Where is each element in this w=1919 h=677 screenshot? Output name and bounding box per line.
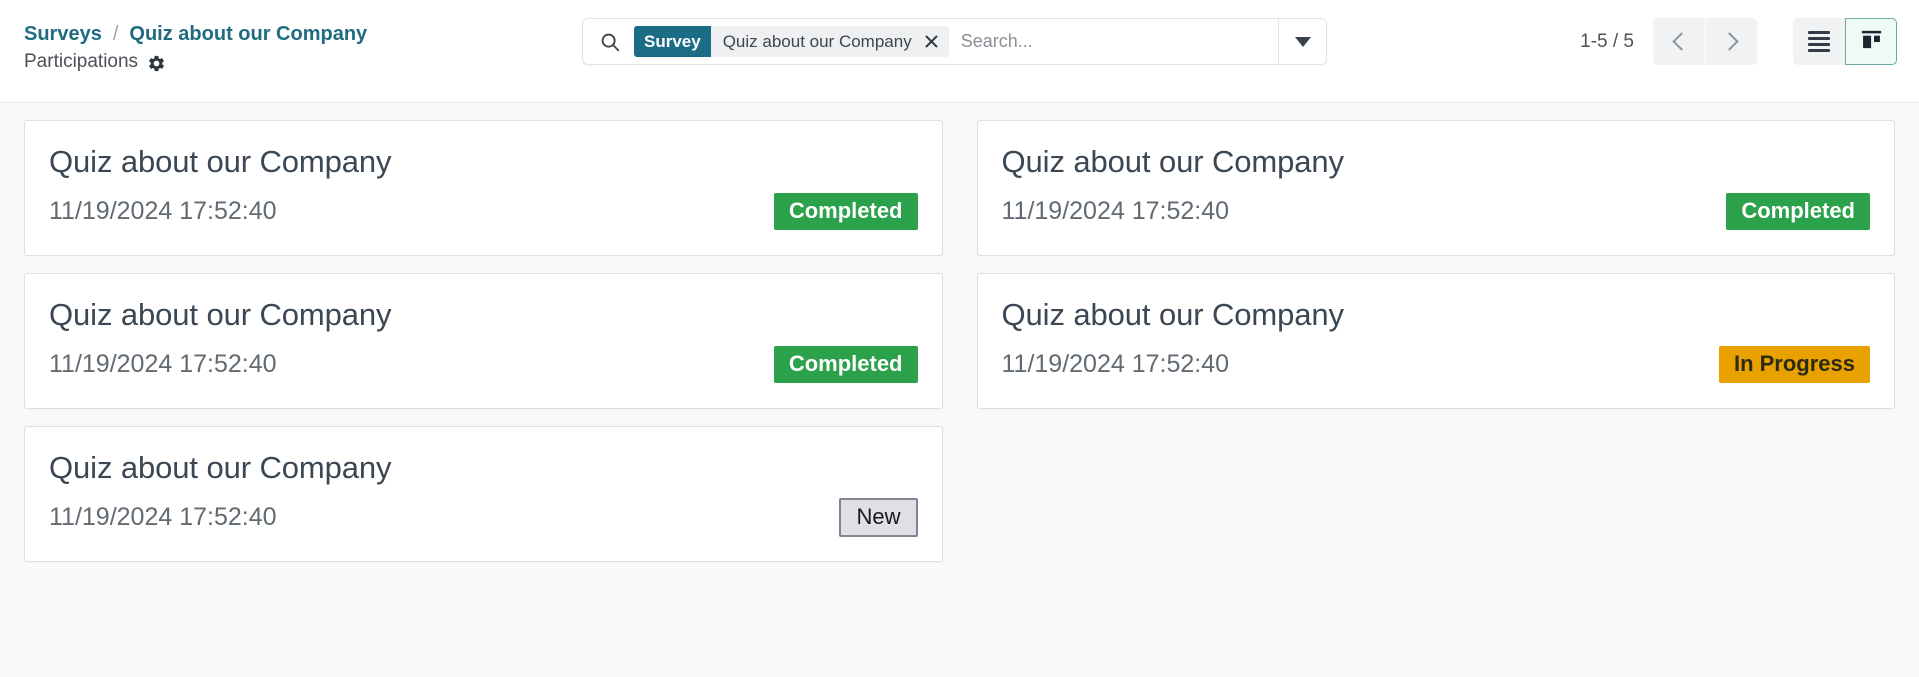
chevron-left-icon: [1671, 32, 1691, 51]
status-badge[interactable]: Completed: [1726, 192, 1870, 230]
breadcrumb-item-surveys[interactable]: Surveys: [24, 21, 102, 48]
kanban-card[interactable]: Quiz about our Company 11/19/2024 17:52:…: [976, 120, 1895, 256]
pager-buttons: [1653, 18, 1757, 65]
kanban-view-icon: [1860, 28, 1883, 56]
kanban-card-title: Quiz about our Company: [1001, 296, 1345, 332]
kanban-card-date: 11/19/2024 17:52:40: [49, 349, 277, 378]
kanban-column-right: Quiz about our Company 11/19/2024 17:52:…: [976, 120, 1895, 562]
search-dropdown-toggle[interactable]: [1278, 19, 1326, 64]
control-panel: Surveys / Quiz about our Company Partici…: [0, 0, 1919, 103]
kanban-grid: Quiz about our Company 11/19/2024 17:52:…: [24, 120, 1895, 562]
kanban-card-title: Quiz about our Company: [49, 296, 392, 332]
view-switcher: [1793, 18, 1897, 65]
search-icon[interactable]: [599, 31, 621, 53]
kanban-view: Quiz about our Company 11/19/2024 17:52:…: [0, 103, 1919, 677]
kanban-card-date: 11/19/2024 17:52:40: [49, 196, 277, 225]
status-badge[interactable]: In Progress: [1718, 345, 1870, 383]
breadcrumb-item-current[interactable]: Quiz about our Company: [129, 21, 367, 48]
breadcrumb-separator: /: [112, 23, 119, 45]
kanban-card-footer: 11/19/2024 17:52:40 Completed: [49, 190, 918, 232]
breadcrumb-trail: Surveys / Quiz about our Company: [24, 21, 560, 48]
kanban-card[interactable]: Quiz about our Company 11/19/2024 17:52:…: [24, 273, 943, 409]
search-input-area[interactable]: Survey Quiz about our Company: [583, 19, 1278, 64]
status-badge[interactable]: Completed: [773, 192, 918, 230]
kanban-card-date: 11/19/2024 17:52:40: [49, 502, 277, 531]
gear-icon[interactable]: [147, 54, 166, 73]
kanban-card-footer: 11/19/2024 17:52:40 Completed: [49, 343, 918, 385]
kanban-card-footer: 11/19/2024 17:52:40 In Progress: [1001, 343, 1870, 385]
kanban-card-footer: 11/19/2024 17:52:40 New: [49, 496, 918, 538]
kanban-card-title: Quiz about our Company: [49, 143, 392, 179]
control-panel-right: 1-5 / 5: [1580, 0, 1919, 65]
chevron-down-icon: [1294, 36, 1311, 47]
kanban-card-date: 11/19/2024 17:52:40: [1001, 196, 1230, 225]
kanban-card[interactable]: Quiz about our Company 11/19/2024 17:52:…: [24, 120, 943, 256]
kanban-card[interactable]: Quiz about our Company 11/19/2024 17:52:…: [976, 273, 1895, 409]
search-input[interactable]: [948, 31, 1278, 52]
kanban-card-title: Quiz about our Company: [1001, 143, 1345, 179]
search-zone: Survey Quiz about our Company: [582, 0, 1327, 65]
breadcrumb: Surveys / Quiz about our Company Partici…: [0, 0, 560, 75]
view-switcher-kanban[interactable]: [1845, 18, 1897, 65]
list-view-icon: [1808, 31, 1830, 52]
kanban-card-footer: 11/19/2024 17:52:40 Completed: [1001, 190, 1870, 232]
kanban-card[interactable]: Quiz about our Company 11/19/2024 17:52:…: [24, 426, 943, 562]
search-facet-label: Survey: [634, 26, 711, 57]
kanban-column-left: Quiz about our Company 11/19/2024 17:52:…: [24, 120, 943, 562]
search-view[interactable]: Survey Quiz about our Company: [582, 18, 1327, 65]
view-switcher-list[interactable]: [1793, 18, 1845, 65]
pager: 1-5 / 5: [1580, 18, 1757, 65]
page-subtitle: Participations: [24, 51, 139, 72]
chevron-right-icon: [1720, 32, 1739, 51]
status-badge[interactable]: Completed: [773, 345, 918, 383]
pager-count: 1-5 / 5: [1580, 30, 1634, 52]
search-facet-value: Quiz about our Company: [722, 31, 912, 51]
pager-next-button[interactable]: [1705, 18, 1757, 65]
kanban-card-title: Quiz about our Company: [49, 449, 392, 485]
close-icon[interactable]: [923, 33, 940, 50]
breadcrumb-subtitle-row: Participations: [24, 49, 560, 75]
search-facet-survey[interactable]: Survey Quiz about our Company: [634, 26, 949, 57]
search-facet-values: Quiz about our Company: [710, 26, 949, 57]
kanban-card-date: 11/19/2024 17:52:40: [1001, 349, 1230, 378]
status-badge[interactable]: New: [839, 497, 918, 537]
pager-previous-button[interactable]: [1653, 18, 1705, 65]
